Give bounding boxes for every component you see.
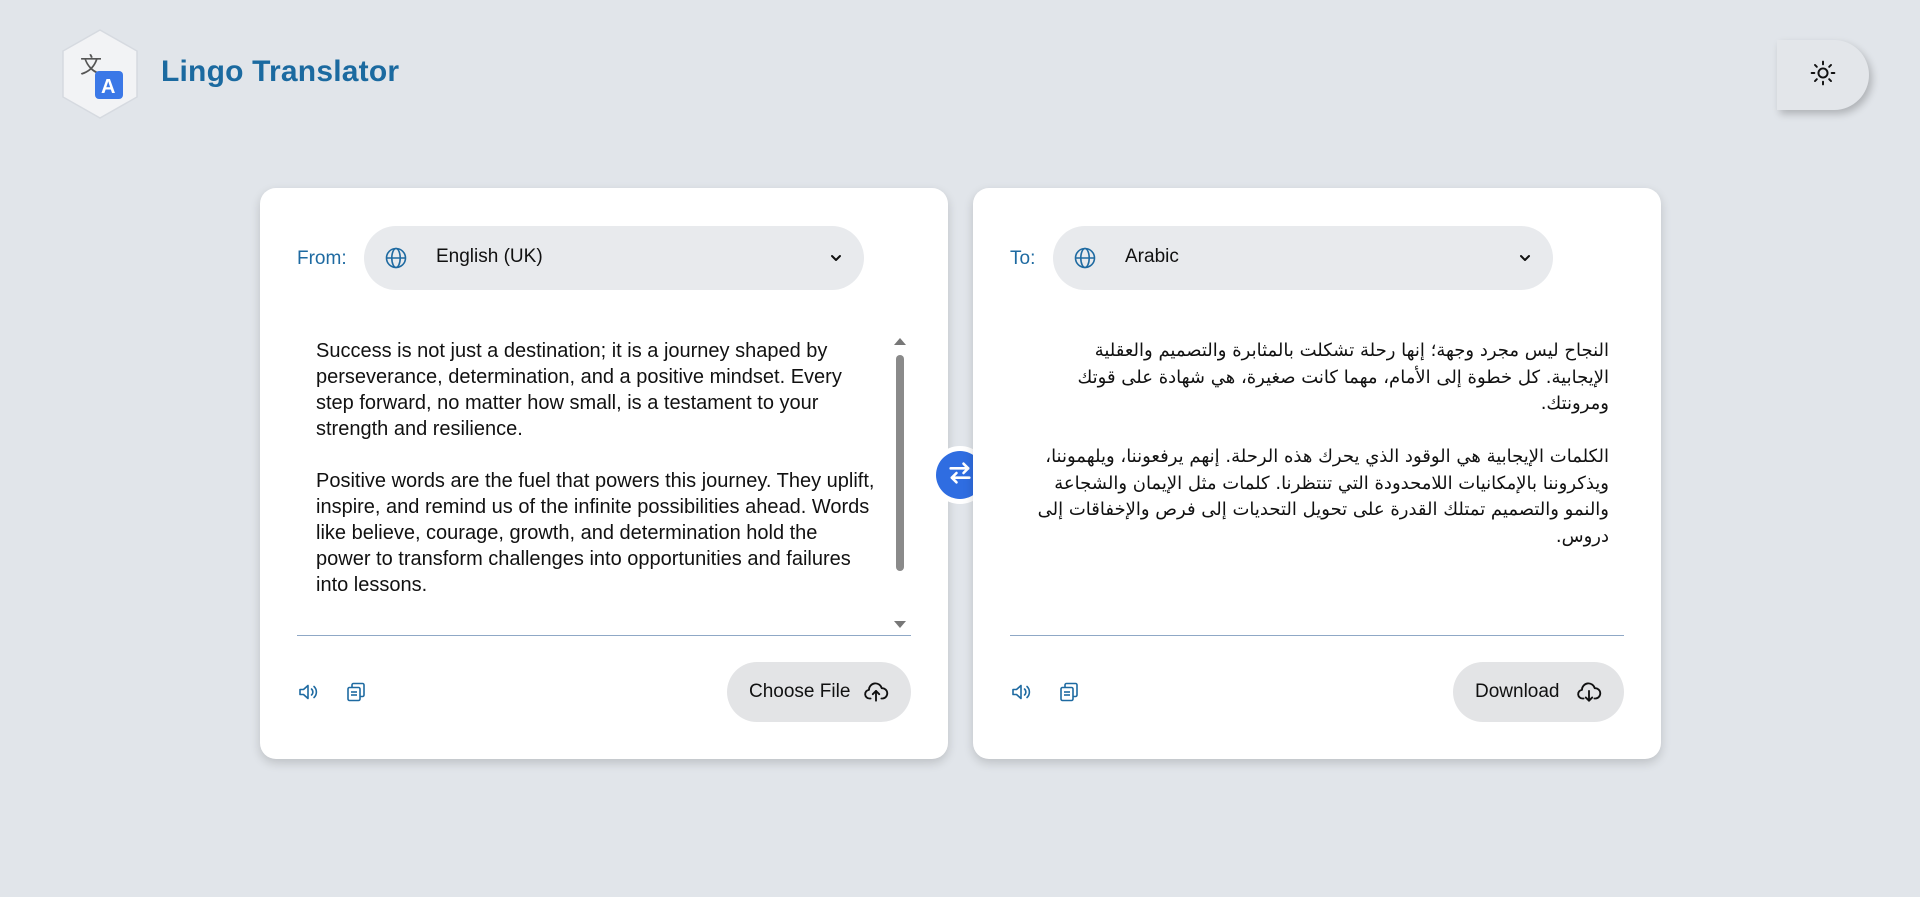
source-text-input[interactable]: Success is not just a destination; it is…: [316, 338, 876, 608]
target-language-value: Arabic: [1125, 246, 1179, 267]
source-language-label: From:: [297, 248, 347, 269]
choose-file-button[interactable]: Choose File: [727, 662, 911, 722]
globe-icon: [1073, 246, 1097, 275]
app-root: 文 A Lingo Translator From: English (UK) …: [0, 0, 1920, 897]
copy-icon: [344, 682, 368, 708]
target-text-output[interactable]: النجاح ليس مجرد وجهة؛ إنها رحلة تشكلت با…: [1029, 338, 1609, 608]
target-copy-button[interactable]: [1057, 680, 1081, 704]
svg-text:A: A: [101, 76, 115, 98]
app-logo: 文 A: [60, 28, 140, 120]
scroll-down-arrow-icon[interactable]: [894, 621, 906, 628]
globe-icon: [384, 246, 408, 275]
theme-toggle-button[interactable]: [1777, 40, 1869, 110]
swap-arrows-icon: [946, 459, 974, 492]
source-copy-button[interactable]: [344, 680, 368, 704]
target-card: To: Arabic النجاح ليس مجرد وجهة؛ إنها رح…: [973, 188, 1661, 759]
choose-file-label: Choose File: [749, 681, 851, 702]
target-divider: [1010, 635, 1624, 636]
source-language-select[interactable]: English (UK): [364, 226, 864, 290]
speaker-icon: [297, 684, 321, 708]
speaker-icon: [1010, 684, 1034, 708]
scrollbar-thumb[interactable]: [896, 355, 904, 571]
cloud-upload-icon: [863, 679, 889, 711]
source-text-scrollbar[interactable]: [894, 338, 906, 628]
download-button[interactable]: Download: [1453, 662, 1624, 722]
source-language-value: English (UK): [436, 246, 543, 267]
target-language-select[interactable]: Arabic: [1053, 226, 1553, 290]
source-card: From: English (UK) Success is not just a…: [260, 188, 948, 759]
sun-icon: [1810, 60, 1836, 91]
cloud-download-icon: [1576, 679, 1602, 711]
app-title: Lingo Translator: [161, 55, 400, 88]
target-language-label: To:: [1010, 248, 1036, 269]
source-speak-button[interactable]: [297, 680, 321, 704]
source-divider: [297, 635, 911, 636]
chevron-down-icon: [828, 250, 844, 271]
download-label: Download: [1475, 681, 1560, 702]
copy-icon: [1057, 682, 1081, 708]
target-speak-button[interactable]: [1010, 680, 1034, 704]
scroll-up-arrow-icon[interactable]: [894, 338, 906, 345]
chevron-down-icon: [1517, 250, 1533, 271]
